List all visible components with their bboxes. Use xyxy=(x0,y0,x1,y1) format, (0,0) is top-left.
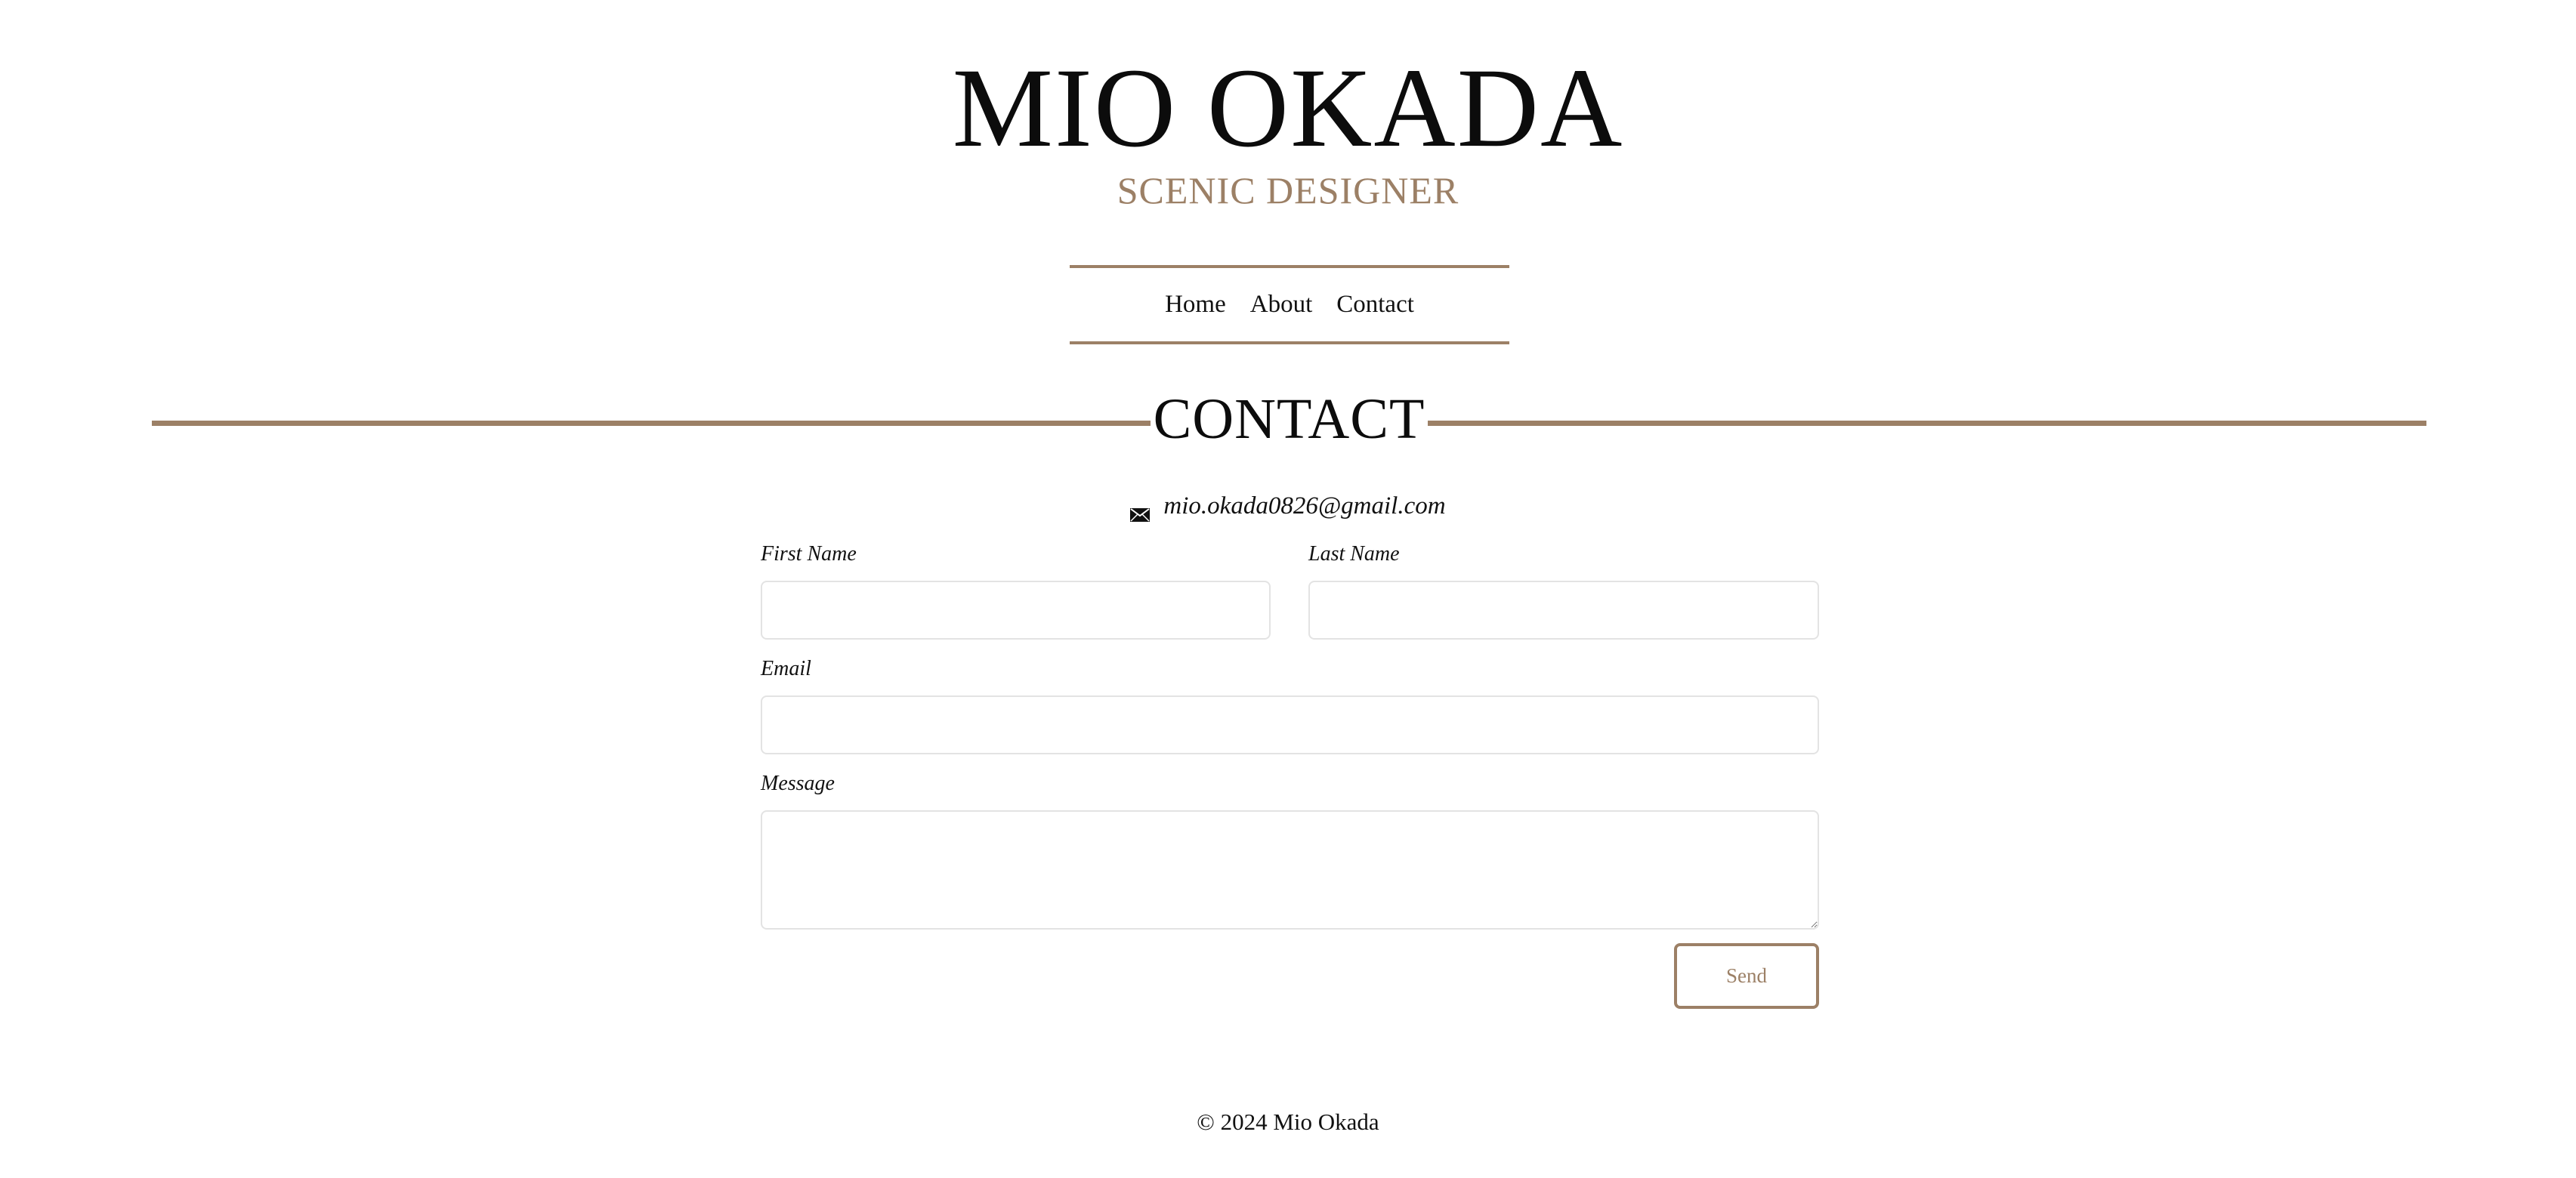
message-field[interactable] xyxy=(761,810,1819,930)
email-label: Email xyxy=(761,657,811,680)
section-divider-left xyxy=(152,421,1151,426)
nav-item-contact[interactable]: Contact xyxy=(1336,291,1414,319)
nav-top-divider xyxy=(1070,265,1509,268)
section-divider-right xyxy=(1428,421,2426,426)
contact-email-line: mio.okada0826@gmail.com xyxy=(0,489,2576,523)
contact-email[interactable]: mio.okada0826@gmail.com xyxy=(1163,492,1445,520)
envelope-icon xyxy=(1130,501,1151,522)
first-name-field[interactable] xyxy=(761,581,1271,640)
email-field[interactable] xyxy=(761,695,1819,754)
message-label: Message xyxy=(761,772,835,795)
last-name-field[interactable] xyxy=(1308,581,1819,640)
nav-bottom-divider xyxy=(1070,341,1509,344)
send-button[interactable]: Send xyxy=(1674,943,1819,1009)
main-nav: Home About Contact xyxy=(1070,285,1509,323)
last-name-label: Last Name xyxy=(1308,542,1400,566)
site-subtitle: SCENIC DESIGNER xyxy=(1117,169,1459,211)
site-name: MIO OKADA xyxy=(952,45,1624,171)
first-name-label: First Name xyxy=(761,542,857,566)
nav-item-home[interactable]: Home xyxy=(1165,291,1226,319)
footer-copyright: © 2024 Mio Okada xyxy=(1197,1109,1379,1135)
nav-item-about[interactable]: About xyxy=(1250,291,1313,319)
section-title: CONTACT xyxy=(1153,387,1425,451)
